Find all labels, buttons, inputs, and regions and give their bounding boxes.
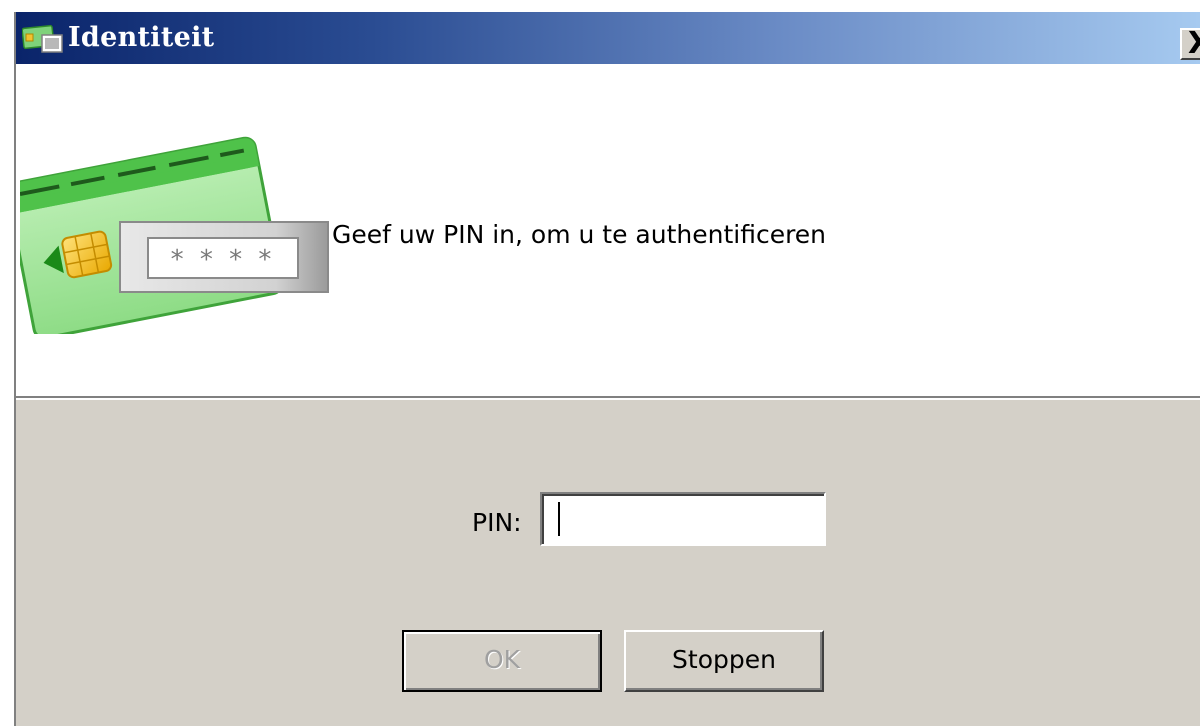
close-icon: X [1188, 26, 1200, 61]
cancel-button[interactable]: Stoppen [624, 630, 824, 692]
close-button[interactable]: X [1180, 28, 1200, 60]
outer-background-left [0, 0, 14, 726]
pin-label: PIN: [472, 508, 522, 537]
smartcard-pin-illustration: * * * * [20, 136, 329, 334]
pin-mask-text: * * * * [171, 245, 276, 275]
title-bar[interactable]: Identiteit X [16, 12, 1200, 64]
instruction-text: Geef uw PIN in, om u te authentificeren [332, 220, 827, 249]
text-caret [558, 502, 560, 536]
id-card-icon [22, 24, 63, 53]
outer-background-top [0, 0, 1200, 12]
header-divider-highlight [16, 398, 1200, 400]
identity-dialog: Identiteit X * * * * Geef uw PIN in, om … [0, 0, 1200, 726]
pin-input[interactable] [540, 492, 826, 546]
ok-button[interactable]: OK [402, 630, 602, 692]
window-title: Identiteit [68, 22, 215, 53]
